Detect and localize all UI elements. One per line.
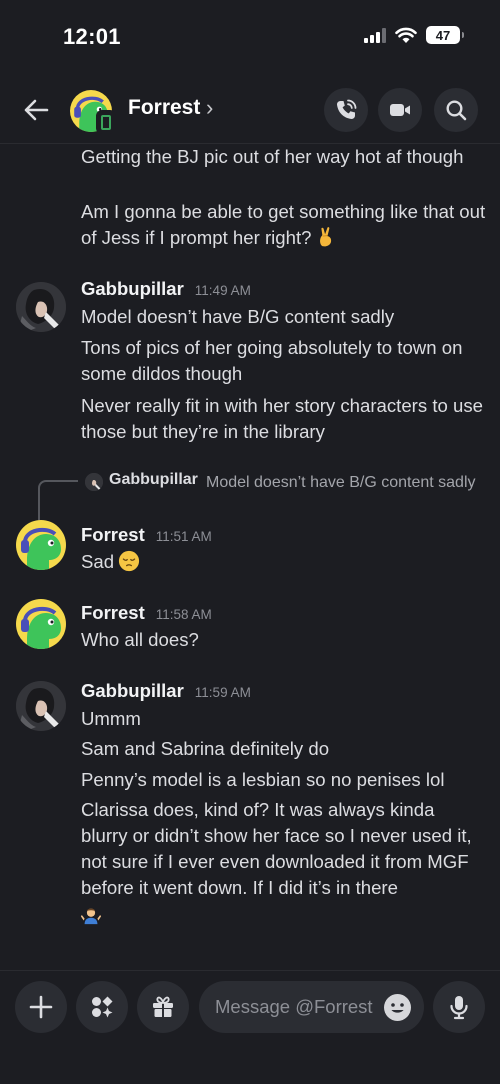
message-text: Penny’s model is a lesbian so no penises…	[81, 769, 445, 790]
message-text-content: Am I gonna be able to get something like…	[81, 201, 486, 248]
message-text-content: Sad	[81, 551, 115, 572]
message-text: Ummm	[81, 708, 141, 729]
voice-call-button[interactable]	[324, 88, 368, 132]
author-name[interactable]: Forrest	[81, 524, 145, 546]
status-bar: 12:01 47	[0, 0, 500, 76]
video-call-button[interactable]	[378, 88, 422, 132]
apps-icon	[92, 996, 113, 1018]
timestamp: 11:49 AM	[194, 283, 251, 298]
plus-icon	[29, 995, 53, 1019]
cellular-signal-icon	[364, 27, 386, 43]
wifi-icon	[395, 27, 417, 43]
header-username[interactable]: Forrest	[128, 96, 200, 120]
person-shrugging-emoji	[80, 908, 102, 925]
emoji-icon	[391, 1003, 404, 1013]
apps-button[interactable]	[76, 981, 128, 1033]
message-text: Tons of pics of her going absolutely to …	[81, 337, 463, 384]
message-text: Sam and Sabrina definitely do	[81, 738, 330, 759]
microphone-icon	[450, 996, 468, 1020]
video-camera-icon	[390, 104, 410, 116]
battery-indicator: 47	[426, 26, 464, 44]
status-icons: 47	[364, 26, 464, 44]
message-text: Never really fit in with her story chara…	[81, 395, 483, 442]
emoji-picker-button[interactable]	[384, 994, 411, 1021]
gift-button[interactable]	[137, 981, 189, 1033]
author-name[interactable]: Gabbupillar	[81, 278, 184, 300]
timestamp: 11:59 AM	[194, 685, 251, 700]
message-text: Model doesn’t have B/G content sadly	[81, 306, 395, 327]
message-header: Forrest 11:51 AM	[81, 524, 212, 546]
back-button[interactable]	[20, 94, 52, 126]
gift-icon	[153, 996, 173, 1017]
timestamp: 11:51 AM	[155, 529, 212, 544]
user-avatar[interactable]	[16, 599, 66, 649]
message-list[interactable]: Getting the BJ pic out of her way hot af…	[0, 144, 500, 970]
search-button[interactable]	[434, 88, 478, 132]
mobile-status-icon	[96, 110, 116, 134]
status-time: 12:01	[63, 24, 121, 49]
reply-connector	[38, 480, 78, 520]
photo-avatar-icon	[16, 282, 66, 332]
dino-avatar-icon	[21, 527, 61, 570]
user-avatar[interactable]	[16, 282, 66, 332]
message-text: Getting the BJ pic out of her way hot af…	[81, 146, 464, 167]
phone-call-icon	[337, 99, 357, 119]
message-header: Gabbupillar 11:59 AM	[81, 680, 251, 702]
crossed-fingers-emoji	[320, 227, 332, 247]
chevron-right-icon[interactable]: ›	[206, 95, 213, 121]
timestamp: 11:58 AM	[155, 607, 212, 622]
search-icon	[446, 100, 467, 121]
reply-preview[interactable]: Model doesn’t have B/G content sadly	[81, 471, 481, 494]
author-name[interactable]: Forrest	[81, 602, 145, 624]
dino-avatar-icon	[21, 606, 61, 649]
pensive-face-emoji	[119, 550, 140, 572]
photo-avatar-icon	[16, 681, 66, 731]
author-name[interactable]: Gabbupillar	[81, 680, 184, 702]
message-text: Sad	[81, 549, 486, 575]
message-header: Gabbupillar 11:49 AM	[81, 278, 251, 300]
message-composer	[0, 970, 500, 1084]
user-avatar[interactable]	[16, 681, 66, 731]
arrow-left-icon	[24, 99, 49, 121]
message-text: Who all does?	[81, 629, 199, 650]
message-text: Clarissa does, kind of? It was always ki…	[81, 799, 472, 898]
dm-header: Forrest ›	[0, 84, 500, 136]
message-text: Am I gonna be able to get something like…	[81, 199, 486, 251]
message-header: Forrest 11:58 AM	[81, 602, 212, 624]
voice-message-button[interactable]	[433, 981, 485, 1033]
user-avatar[interactable]	[16, 520, 66, 570]
add-attachment-button[interactable]	[15, 981, 67, 1033]
